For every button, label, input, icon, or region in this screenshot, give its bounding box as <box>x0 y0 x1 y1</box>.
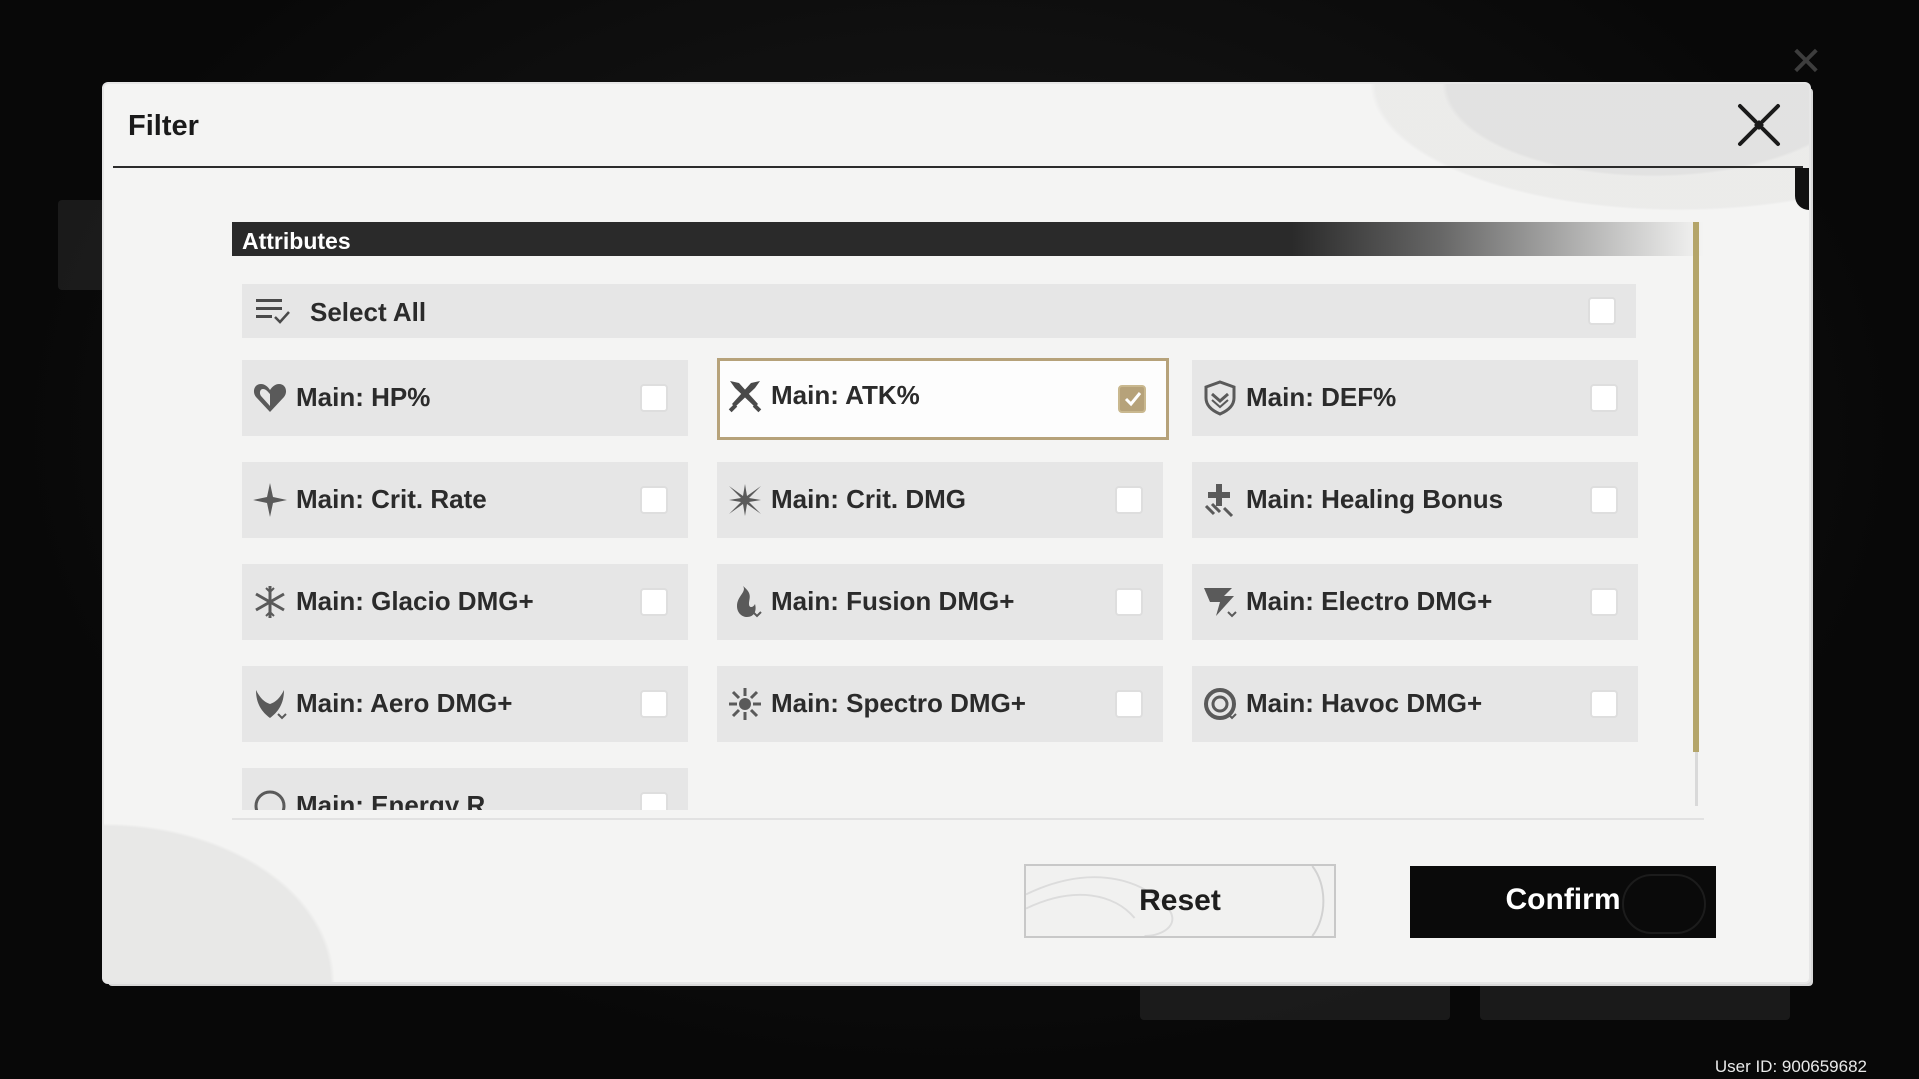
confirm-label: Confirm <box>1505 883 1621 916</box>
option-checkbox[interactable] <box>1590 486 1618 514</box>
option-label: Main: Fusion DMG+ <box>771 586 1015 616</box>
close-x-icon <box>1738 104 1780 146</box>
option-label: Main: Crit. DMG <box>771 484 966 514</box>
option-label: Main: ATK% <box>771 380 920 410</box>
dialog-header: Filter <box>104 84 1809 168</box>
option-hp[interactable]: Main: HP% <box>242 360 688 436</box>
option-atk[interactable]: Main: ATK% <box>717 358 1169 440</box>
option-checkbox[interactable] <box>640 384 668 412</box>
option-label: Main: Electro DMG+ <box>1246 586 1493 616</box>
sun-icon <box>729 688 761 720</box>
list-check-icon <box>256 299 290 324</box>
footer-divider <box>232 818 1704 820</box>
scrollbar-thumb[interactable] <box>1693 222 1699 752</box>
crossed-swords-icon <box>728 381 762 413</box>
option-label: Main: DEF% <box>1246 382 1397 412</box>
option-electro[interactable]: Main: Electro DMG+ <box>1192 564 1638 640</box>
option-checkbox[interactable] <box>640 588 668 616</box>
shield-icon <box>1204 380 1236 416</box>
energy-icon <box>254 790 286 810</box>
option-label: Main: Glacio DMG+ <box>296 586 534 616</box>
healing-cross-icon <box>1204 484 1234 518</box>
user-id-label: User ID: 900659682 <box>1714 1057 1867 1076</box>
option-label: Main: HP% <box>296 382 431 412</box>
option-checkbox[interactable] <box>1115 486 1143 514</box>
option-label: Main: Energy R... <box>296 790 507 810</box>
option-label: Main: Healing Bonus <box>1246 484 1504 514</box>
dialog-title: Filter <box>128 110 199 142</box>
wind-icon <box>256 690 287 720</box>
option-aero[interactable]: Main: Aero DMG+ <box>242 666 688 742</box>
reset-label: Reset <box>1139 884 1221 917</box>
option-fusion[interactable]: Main: Fusion DMG+ <box>717 564 1163 640</box>
lightning-icon <box>1204 588 1237 618</box>
option-checkbox[interactable] <box>1115 588 1143 616</box>
check-icon <box>1124 392 1142 407</box>
select-all-label: Select All <box>310 297 427 327</box>
option-spectro[interactable]: Main: Spectro DMG+ <box>717 666 1163 742</box>
heart-icon <box>253 384 287 412</box>
background-close-icon: ✕ <box>1789 40 1823 84</box>
close-button[interactable] <box>1734 100 1784 150</box>
option-def[interactable]: Main: DEF% <box>1192 360 1638 436</box>
select-all-checkbox[interactable] <box>1588 297 1616 325</box>
option-checkbox[interactable] <box>1590 588 1618 616</box>
reset-button[interactable]: Reset <box>1024 864 1336 938</box>
option-checkbox[interactable] <box>1118 385 1146 413</box>
option-checkbox[interactable] <box>640 792 668 810</box>
option-crit-dmg[interactable]: Main: Crit. DMG <box>717 462 1163 538</box>
vortex-icon <box>1204 688 1237 720</box>
section-label: Attributes <box>242 228 351 254</box>
option-label: Main: Aero DMG+ <box>296 688 513 718</box>
option-checkbox[interactable] <box>640 486 668 514</box>
dialog-edge-tab <box>1795 168 1809 210</box>
option-label: Main: Havoc DMG+ <box>1246 688 1483 718</box>
filter-content: Attributes Select All Main: HP% Main: AT… <box>232 222 1704 810</box>
option-checkbox[interactable] <box>640 690 668 718</box>
option-havoc[interactable]: Main: Havoc DMG+ <box>1192 666 1638 742</box>
option-healing-bonus[interactable]: Main: Healing Bonus <box>1192 462 1638 538</box>
header-divider <box>113 166 1803 168</box>
snowflake-icon <box>255 586 285 618</box>
select-all-row[interactable]: Select All <box>242 284 1636 338</box>
option-energy-regen[interactable]: Main: Energy R... <box>242 768 688 810</box>
option-checkbox[interactable] <box>1590 690 1618 718</box>
option-crit-rate[interactable]: Main: Crit. Rate <box>242 462 688 538</box>
option-checkbox[interactable] <box>1115 690 1143 718</box>
section-header: Attributes <box>232 222 1704 256</box>
crit-burst-icon <box>729 484 761 516</box>
option-label: Main: Spectro DMG+ <box>771 688 1026 718</box>
flame-icon <box>737 586 762 618</box>
option-label: Main: Crit. Rate <box>296 484 487 514</box>
filter-dialog: Filter Attributes Select All Main: HP% M… <box>104 84 1809 982</box>
option-checkbox[interactable] <box>1590 384 1618 412</box>
option-glacio[interactable]: Main: Glacio DMG+ <box>242 564 688 640</box>
confirm-button[interactable]: Confirm <box>1410 866 1716 938</box>
star-burst-icon <box>253 483 287 517</box>
